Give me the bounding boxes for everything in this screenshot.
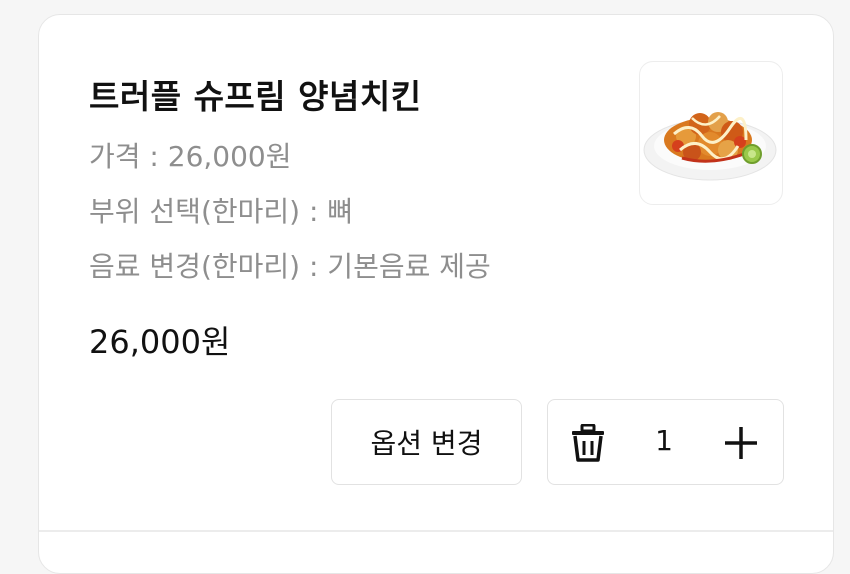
- quantity-stepper: 1: [547, 399, 784, 485]
- plus-icon[interactable]: [723, 425, 759, 461]
- trash-icon[interactable]: [570, 423, 606, 462]
- item-total-price: 26,000원: [89, 323, 231, 361]
- option-part: 부위 선택(한마리) : 뼈: [89, 195, 354, 228]
- change-option-button[interactable]: 옵션 변경: [331, 399, 522, 485]
- option-drink: 음료 변경(한마리) : 기본음료 제공: [89, 250, 491, 283]
- item-title: 트러플 슈프림 양념치킨: [89, 77, 422, 116]
- cart-item-card: 트러플 슈프림 양념치킨 가격 : 26,000원 부위 선택(한마리) : 뼈…: [38, 14, 834, 574]
- card-divider: [39, 530, 833, 532]
- quantity-value: 1: [655, 424, 673, 457]
- option-price: 가격 : 26,000원: [89, 140, 292, 173]
- chicken-dish-image: [639, 61, 783, 205]
